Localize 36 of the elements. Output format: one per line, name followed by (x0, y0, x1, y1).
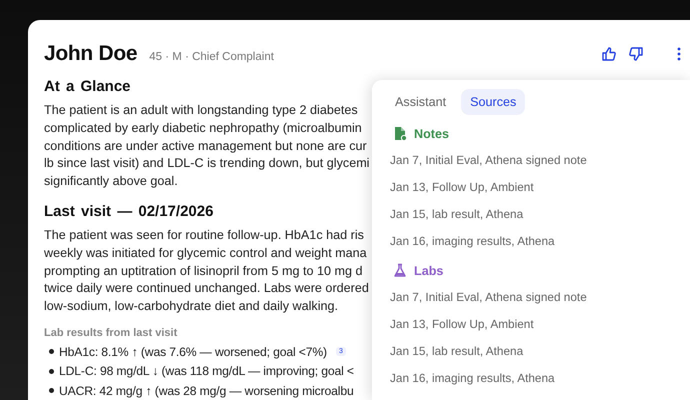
lab-results-label: Lab results from last visit (44, 326, 178, 339)
bullet-dot (49, 349, 54, 354)
text-line: prompting an uptitration of lisinopril from 5 mg to 10 mg d (44, 262, 362, 280)
lab-result-item: LDL-C: 98 mg/dL ↓ (was 118 mg/dL — improving; goal < (59, 364, 354, 378)
text-line: complicated by early diabetic nephropathy (microalbumin (44, 120, 362, 137)
panel-tab[interactable]: Assistant (390, 89, 452, 115)
source-item[interactable]: Jan 7, Initial Eval, Athena signed note (390, 284, 690, 311)
patient-meta: 45 · M · Chief Complaint (149, 51, 274, 63)
source-item[interactable]: Jan 16, imaging results, Athena (390, 365, 690, 392)
group-title: Labs (414, 264, 444, 278)
section-heading: At a Glance (44, 77, 131, 96)
thumbs-up-icon[interactable] (601, 46, 617, 62)
text-line: The patient was seen for routine follow-up. HbA1c had ris (44, 226, 364, 244)
text-line: conditions are under active management but none are cur (44, 138, 367, 155)
text-line: low-sodium, low-carbohydrate diet and daily walking. (44, 298, 338, 316)
lab-result-item: HbA1c: 8.1% ↑ (was 7.6% — worsened; goal <7%) (59, 344, 327, 359)
group-title: Notes (414, 126, 449, 140)
text-line: significantly above goal. (44, 173, 178, 190)
thumbs-down-icon[interactable] (628, 46, 644, 62)
source-item[interactable]: Jan 15, lab result, Athena (390, 201, 690, 228)
source-item[interactable]: Jan 16, imaging results, Athena (390, 228, 690, 255)
lab-result-item: UACR: 42 mg/g ↑ (was 28 mg/g — worsening microalbu (59, 384, 354, 398)
text-line: twice daily were continued unchanged. Labs were ordered (44, 280, 369, 298)
source-item[interactable]: Jan 13, Follow Up, Ambient (390, 174, 690, 201)
text-line: weekly was initiated for glycemic control and weight mana (44, 244, 367, 262)
bullet-dot (49, 368, 54, 374)
text-line: lb since last visit) and LDL-C is trending down, but glycemi (44, 155, 370, 172)
source-item[interactable]: Jan 13, Follow Up, Ambient (390, 311, 690, 338)
source-item[interactable]: Jan 7, Initial Eval, Athena signed note (390, 147, 690, 174)
source-item[interactable]: Jan 15, lab result, Athena (390, 338, 690, 365)
text-line: The patient is an adult with longstanding type 2 diabetes (44, 102, 358, 119)
bullet-dot (49, 388, 54, 394)
more-icon[interactable] (677, 46, 681, 62)
panel-tab[interactable]: Sources (461, 89, 526, 115)
patient-name: John Doe (44, 42, 138, 66)
section-heading: Last visit — 02/17/2026 (44, 202, 214, 221)
